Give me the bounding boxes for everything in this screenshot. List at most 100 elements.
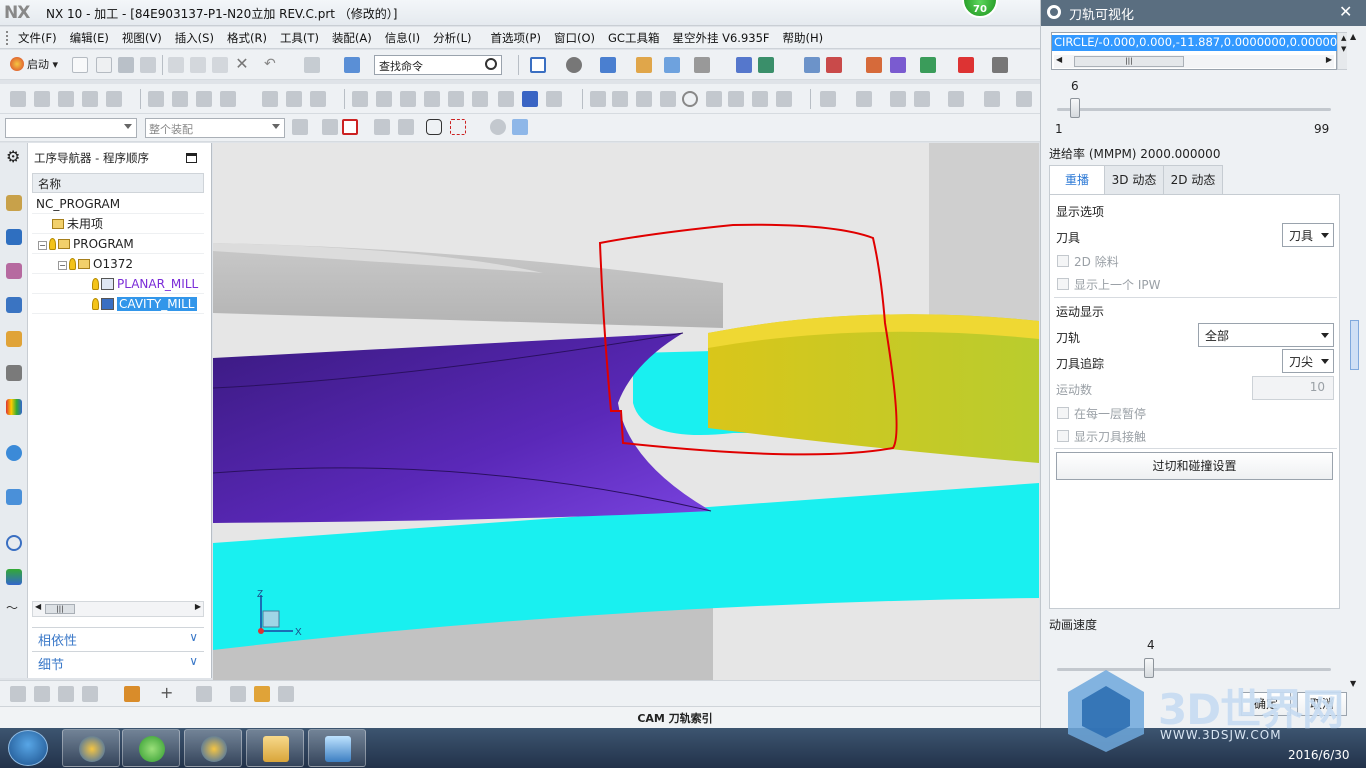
menu-view[interactable]: 视图(V) [122, 30, 162, 46]
taskbar-picture-viewer[interactable] [308, 729, 366, 767]
scroll-thumb[interactable]: ||| [1074, 56, 1184, 67]
move-component-icon[interactable] [82, 686, 98, 702]
analysis-icon[interactable] [890, 57, 906, 73]
settings-gear-icon[interactable]: ⚙ [6, 149, 22, 165]
palette-icon[interactable] [6, 399, 22, 415]
line-icon[interactable] [612, 91, 628, 107]
command-finder-icon[interactable] [344, 57, 360, 73]
command-hscrollbar[interactable]: ◀ ||| ▶ [1054, 55, 1334, 68]
edit-object-icon[interactable] [352, 91, 368, 107]
taskbar-browser[interactable] [122, 729, 180, 767]
close-icon[interactable]: ✕ [1339, 2, 1352, 21]
paste-icon[interactable] [212, 57, 228, 73]
menu-gc-toolkit[interactable]: GC工具箱 [608, 30, 659, 46]
add-icon[interactable]: + [160, 685, 176, 702]
explode-icon[interactable] [278, 686, 294, 702]
menu-format[interactable]: 格式(R) [227, 30, 267, 46]
copy-object-icon[interactable] [400, 91, 416, 107]
cls-command-list[interactable]: CIRCLE/-0.000,0.000,-11.887,0.0000000,0.… [1051, 32, 1338, 70]
scope-filter-dropdown[interactable]: 整个装配 [145, 118, 285, 138]
tree-row-planar-mill[interactable]: PLANAR_MILL [32, 274, 204, 294]
print-icon[interactable] [140, 57, 156, 73]
taskbar-nx-2[interactable] [184, 729, 242, 767]
section-view-icon[interactable] [736, 57, 752, 73]
menu-help[interactable]: 帮助(H) [783, 30, 824, 46]
tab-2d-dynamic[interactable]: 2D 动态 [1163, 165, 1223, 195]
pocket-icon[interactable] [948, 91, 964, 107]
scroll-thumb[interactable]: ||| [45, 604, 75, 614]
cls-position-slider-thumb[interactable] [1070, 98, 1081, 118]
show-contact-checkbox[interactable] [1057, 430, 1069, 442]
selection-icon[interactable] [398, 119, 414, 135]
shell-icon[interactable] [1016, 91, 1032, 107]
menu-edit[interactable]: 编辑(E) [70, 30, 109, 46]
ruler-icon[interactable] [992, 57, 1008, 73]
menu-analysis[interactable]: 分析(L) [433, 30, 471, 46]
create-tool-icon[interactable] [34, 91, 50, 107]
edge-display-icon[interactable] [694, 57, 710, 73]
geometry-navigator-icon[interactable] [6, 263, 22, 279]
path-display-select[interactable]: 全部 [1198, 323, 1334, 347]
tab-replay[interactable]: 重播 [1049, 165, 1105, 195]
collapse-icon[interactable]: − [58, 261, 67, 270]
point-constructor-icon[interactable] [342, 119, 358, 135]
display-mode-icon[interactable] [920, 57, 936, 73]
layout-icon[interactable] [530, 57, 546, 73]
2d-stock-checkbox[interactable] [1057, 255, 1069, 267]
mate-icon[interactable] [196, 686, 212, 702]
dependencies-section[interactable]: 相依性 ∨ [32, 627, 204, 649]
menu-tools[interactable]: 工具(T) [280, 30, 319, 46]
background-icon[interactable] [664, 57, 680, 73]
taskbar-nx-1[interactable] [62, 729, 120, 767]
pause-layer-checkbox[interactable] [1057, 407, 1069, 419]
scroll-down-icon[interactable]: ▼ [1341, 45, 1346, 53]
measure-icon[interactable] [866, 57, 882, 73]
tool-display-select[interactable]: 刀具 [1282, 223, 1334, 247]
cube-icon[interactable] [512, 119, 528, 135]
document-icon[interactable] [6, 489, 22, 505]
geometry-view-icon[interactable] [196, 91, 212, 107]
collapse-icon[interactable]: − [38, 241, 47, 250]
scroll-right-icon[interactable]: ▶ [195, 602, 201, 611]
paste-object-icon[interactable] [424, 91, 440, 107]
program-navigator-icon[interactable] [6, 229, 22, 245]
scroll-up-icon[interactable]: ▲ [1341, 34, 1346, 42]
motion-count-field[interactable]: 10 [1252, 376, 1334, 400]
filter-settings-icon[interactable] [292, 119, 308, 135]
library-icon[interactable] [6, 331, 22, 347]
circle-icon[interactable] [682, 91, 698, 107]
cls-position-slider-track[interactable] [1057, 108, 1331, 111]
view-orient-icon[interactable] [636, 57, 652, 73]
menu-file[interactable]: 文件(F) [18, 30, 57, 46]
rect-select-icon[interactable] [450, 119, 466, 135]
details-section[interactable]: 细节 ∨ [32, 651, 204, 673]
search-icon[interactable] [485, 58, 497, 70]
shop-doc-icon[interactable] [522, 91, 538, 107]
scroll-left-icon[interactable]: ◀ [1056, 55, 1062, 64]
tree-row-program[interactable]: − PROGRAM [32, 234, 204, 254]
tree-row-nc-program[interactable]: NC_PROGRAM [32, 194, 204, 214]
cls-command-line[interactable]: CIRCLE/-0.000,0.000,-11.887,0.0000000,0.… [1052, 35, 1338, 51]
feature-icon[interactable] [590, 91, 606, 107]
machine-tool-navigator-icon[interactable] [6, 195, 22, 211]
create-operation-icon[interactable] [106, 91, 122, 107]
windows-start-icon[interactable] [8, 730, 48, 766]
dialog-titlebar[interactable]: 刀轨可视化 ✕ [1041, 0, 1366, 26]
copy-icon[interactable] [190, 57, 206, 73]
type-filter-dropdown[interactable] [5, 118, 137, 138]
maximize-icon[interactable] [186, 153, 197, 163]
tree-row-o1372[interactable]: − O1372 [32, 254, 204, 274]
program-view-icon[interactable] [148, 91, 164, 107]
replay-path-icon[interactable] [286, 91, 302, 107]
revolve-icon[interactable] [856, 91, 872, 107]
roles-icon[interactable] [6, 569, 22, 585]
scroll-left-icon[interactable]: ◀ [35, 602, 41, 611]
pattern-icon[interactable] [254, 686, 270, 702]
operation-navigator-icon[interactable] [6, 297, 22, 313]
hole-icon[interactable] [890, 91, 906, 107]
search-command-field[interactable]: 查找命令 [374, 55, 502, 75]
extrude-icon[interactable] [820, 91, 836, 107]
taskbar-explorer[interactable] [246, 729, 304, 767]
prev-ipw-checkbox[interactable] [1057, 278, 1069, 290]
output-cls-icon[interactable] [546, 91, 562, 107]
